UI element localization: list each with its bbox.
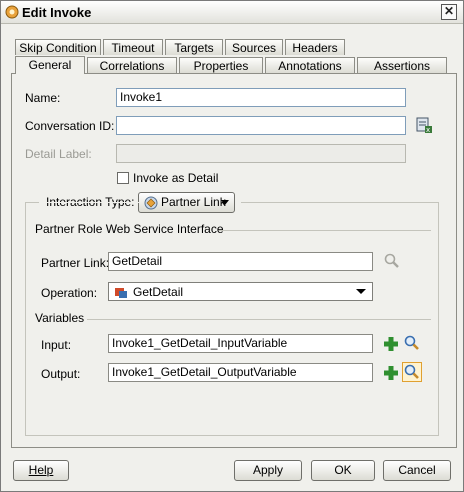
tab-skip-condition[interactable]: Skip Condition	[15, 39, 101, 55]
detail-label-label: Detail Label:	[25, 147, 92, 161]
expression-builder-icon[interactable]: x	[415, 116, 433, 134]
partner-role-separator	[219, 230, 431, 231]
apply-button[interactable]: Apply	[234, 460, 302, 481]
conversation-id-input[interactable]	[116, 116, 406, 135]
chevron-down-icon	[221, 200, 229, 205]
partner-link-label: Partner Link:	[41, 256, 110, 270]
group-gap-left	[39, 202, 139, 203]
name-input[interactable]: Invoke1	[116, 88, 406, 107]
output-variable-label: Output:	[41, 367, 81, 381]
search-button-focused[interactable]	[402, 362, 422, 382]
app-icon	[5, 5, 19, 19]
tab-headers[interactable]: Headers	[285, 39, 345, 55]
close-icon[interactable]: ✕	[441, 4, 457, 20]
tab-timeout[interactable]: Timeout	[103, 39, 163, 55]
invoke-as-detail-checkbox[interactable]	[117, 172, 129, 184]
search-icon[interactable]	[383, 252, 401, 270]
variables-section-title: Variables	[35, 311, 85, 325]
ok-button[interactable]: OK	[311, 460, 375, 481]
search-icon[interactable]	[403, 334, 421, 352]
search-icon	[404, 364, 419, 379]
invoke-as-detail-label: Invoke as Detail	[133, 171, 219, 185]
tab-annotations[interactable]: Annotations	[265, 57, 355, 73]
input-variable-field[interactable]: Invoke1_GetDetail_InputVariable	[108, 334, 373, 353]
tab-general[interactable]: General	[15, 56, 85, 74]
tab-properties[interactable]: Properties	[179, 57, 263, 73]
group-gap	[235, 202, 241, 203]
cancel-button[interactable]: Cancel	[383, 460, 451, 481]
interaction-type-dropdown[interactable]: Partner Link	[138, 192, 235, 213]
partner-link-icon	[144, 196, 158, 210]
add-icon[interactable]	[382, 335, 400, 353]
add-icon[interactable]	[382, 364, 400, 382]
name-label: Name:	[25, 91, 61, 105]
tab-assertions[interactable]: Assertions	[357, 57, 447, 73]
operation-selected-value: GetDetail	[133, 285, 184, 299]
variables-separator	[87, 319, 431, 320]
operation-icon	[115, 288, 127, 298]
partner-role-section-title: Partner Role Web Service Interface	[35, 222, 224, 236]
tab-sources[interactable]: Sources	[225, 39, 283, 55]
output-variable-field[interactable]: Invoke1_GetDetail_OutputVariable	[108, 363, 373, 382]
operation-select[interactable]: GetDetail	[108, 282, 373, 301]
help-button[interactable]: Help	[13, 460, 69, 481]
title-bar[interactable]: Edit Invoke ✕	[1, 1, 463, 24]
tab-correlations[interactable]: Correlations	[87, 57, 177, 73]
tab-targets[interactable]: Targets	[165, 39, 223, 55]
svg-text:x: x	[426, 126, 430, 134]
conversation-id-label: Conversation ID:	[25, 119, 115, 133]
edit-invoke-dialog: Edit Invoke ✕ Skip Condition Timeout Tar…	[0, 0, 464, 492]
chevron-down-icon	[356, 289, 366, 294]
detail-label-input[interactable]	[116, 144, 406, 163]
window-title: Edit Invoke	[22, 5, 92, 20]
partner-link-input[interactable]: GetDetail	[108, 252, 373, 271]
input-variable-label: Input:	[41, 338, 72, 352]
operation-label: Operation:	[41, 286, 98, 300]
